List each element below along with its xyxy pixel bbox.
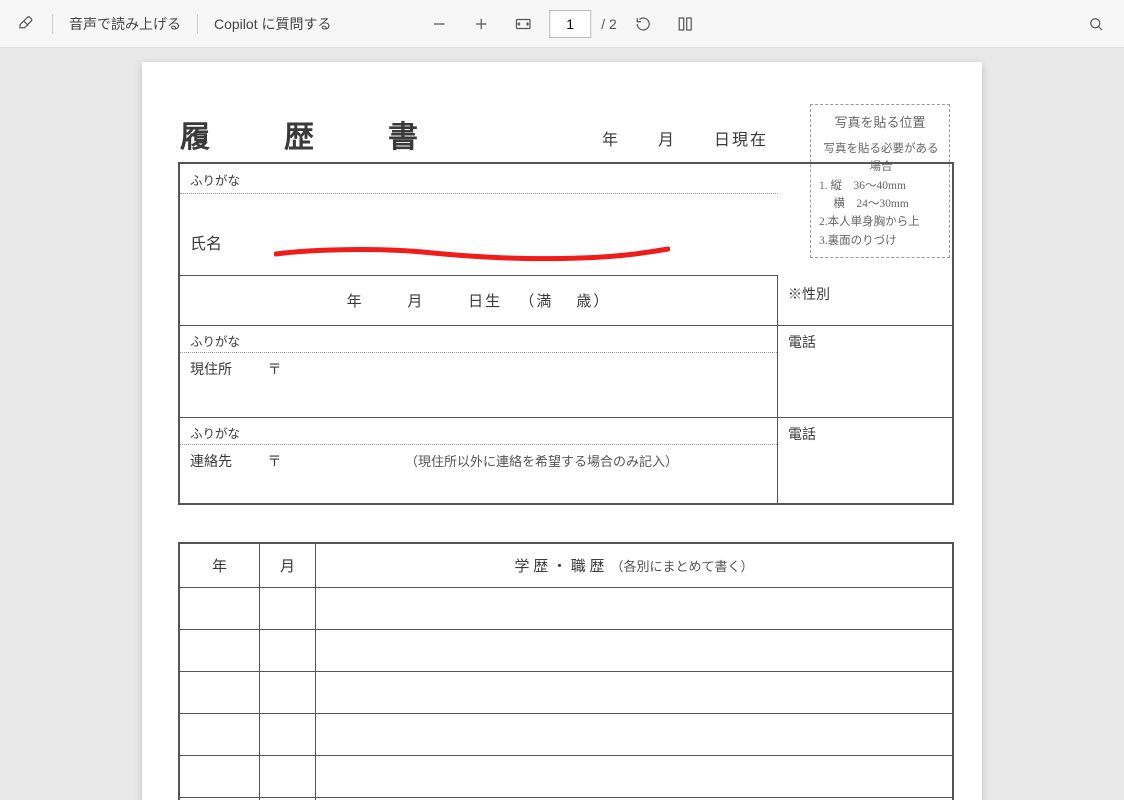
handwritten-annotation [274,246,670,266]
toolbar-divider [52,14,53,34]
page-number-input[interactable] [549,10,591,38]
phone-label: 電話 [778,418,952,450]
gender-field: ※性別 [778,276,952,325]
read-aloud-button[interactable]: 音声で読み上げる [63,14,187,34]
address-current-block: ふりがな 現住所 〒 電話 [180,326,952,417]
history-table: 年 月 学 歴 ・ 職 歴 （各別にまとめて書く） [178,542,954,800]
page-view-icon[interactable] [669,8,701,40]
history-header-row: 年 月 学 歴 ・ 職 歴 （各別にまとめて書く） [180,544,952,588]
postal-mark: 〒 [268,451,282,471]
phone-label: 電話 [778,326,952,358]
rotate-icon[interactable] [627,8,659,40]
current-address-label: 現住所 [190,359,250,379]
page-total-label: / 2 [601,16,617,32]
history-body-main: 学 歴 ・ 職 歴 [514,555,604,576]
history-row [180,714,952,756]
birth-row: 年 月 日生 （満 歳） ※性別 [180,276,952,326]
history-row [180,672,952,714]
fit-width-icon[interactable] [507,8,539,40]
contact-address-label: 連絡先 [190,451,250,471]
document-viewport[interactable]: 履 歴 書 年 月 日現在 写真を貼る位置 写真を貼る必要がある場合 1. 縦 … [0,48,1124,800]
furigana-field: ふりがな [180,418,777,445]
pdf-toolbar: 音声で読み上げる Copilot に質問する / 2 [0,0,1124,48]
history-body-sub: （各別にまとめて書く） [611,556,754,575]
age-close-label: 歳） [576,294,610,310]
toolbar-divider [197,14,198,34]
date-line: 年 月 日現在 [602,126,768,150]
history-year-header: 年 [180,544,260,587]
furigana-field: ふりがな [180,326,777,353]
history-row [180,588,952,630]
contact-address-field: 連絡先 〒 （現住所以外に連絡を希望する場合のみ記入） [180,445,777,503]
history-row [180,630,952,672]
date-year-label: 年 [602,126,620,150]
current-address-field: 現住所 〒 [180,353,777,417]
name-field: 氏名 [180,194,778,276]
history-body-header: 学 歴 ・ 職 歴 （各別にまとめて書く） [316,544,952,587]
history-row [180,756,952,798]
address-contact-block: ふりがな 連絡先 〒 （現住所以外に連絡を希望する場合のみ記入） 電話 [180,417,952,503]
search-icon[interactable] [1080,8,1112,40]
photo-title: 写真を貼る位置 [817,113,943,134]
name-label: 氏名 [190,230,222,254]
date-month-label: 月 [658,126,676,150]
age-open-label: （満 [519,294,553,310]
contact-note: （現住所以外に連絡を希望する場合のみ記入） [405,454,678,469]
birth-year-label: 年 [347,294,364,310]
zoom-out-icon[interactable] [423,8,455,40]
document-page: 履 歴 書 年 月 日現在 写真を貼る位置 写真を貼る必要がある場合 1. 縦 … [142,62,982,800]
zoom-in-icon[interactable] [465,8,497,40]
birth-day-label: 日生 [468,294,502,310]
postal-mark: 〒 [268,359,282,379]
ask-copilot-button[interactable]: Copilot に質問する [208,14,337,34]
date-day-present-label: 日現在 [714,126,768,150]
erase-icon[interactable] [10,8,42,40]
birth-month-label: 月 [407,294,424,310]
doc-title: 履 歴 書 [180,112,440,156]
history-month-header: 月 [260,544,316,587]
personal-info-form: ふりがな 氏名 年 月 日生 （満 歳） [178,162,954,505]
furigana-field: ふりがな [180,164,778,194]
birthdate-field: 年 月 日生 （満 歳） [180,276,778,325]
